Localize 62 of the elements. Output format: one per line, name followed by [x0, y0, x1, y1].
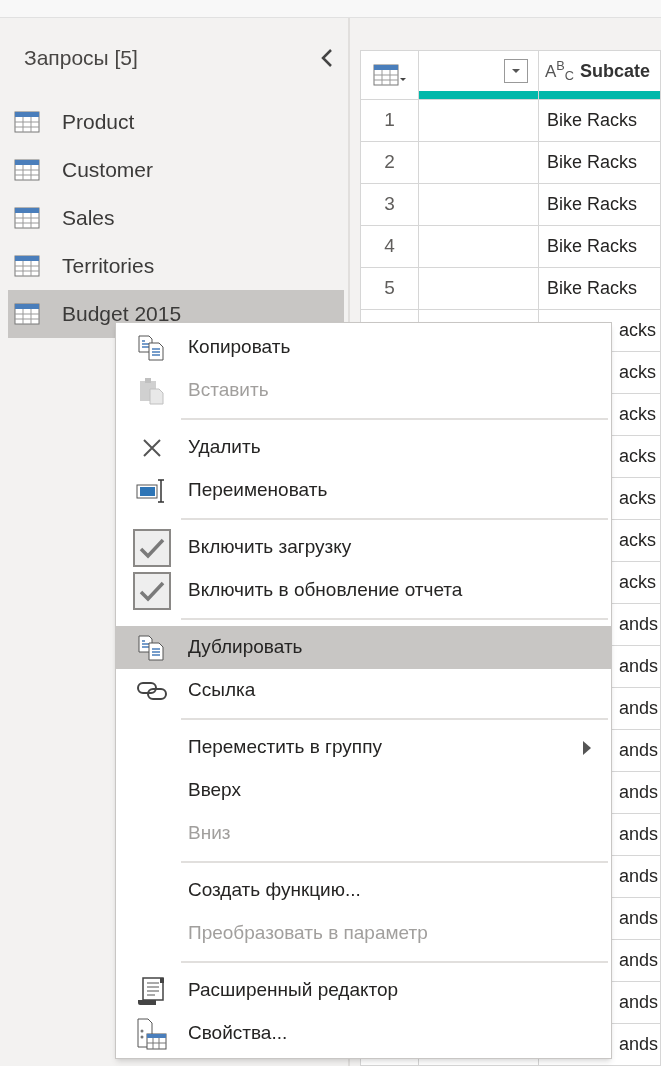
menu-item[interactable]: Удалить — [116, 426, 611, 469]
table-cell-text: ands — [619, 613, 659, 636]
table-cell-text: Bike Racks — [547, 277, 638, 300]
paste-icon — [137, 375, 167, 406]
query-item[interactable]: Territories — [8, 242, 344, 290]
collapse-chevron-icon[interactable] — [320, 48, 334, 68]
table-menu-icon[interactable] — [372, 64, 407, 86]
menu-item[interactable]: Вверх — [116, 769, 611, 812]
menu-item[interactable]: Включить загрузку — [116, 526, 611, 569]
properties-icon — [136, 1016, 168, 1051]
table-cell-text: ands — [619, 1033, 659, 1056]
table-icon — [14, 255, 40, 277]
table-icon — [14, 111, 40, 133]
table-cell-text: acks — [619, 529, 656, 552]
menu-item[interactable]: Свойства... — [116, 1012, 611, 1055]
table-icon — [14, 303, 40, 325]
table-cell-text: ands — [619, 907, 659, 930]
table-icon — [14, 207, 40, 229]
row-number: 4 — [384, 234, 395, 259]
table-cell-text: ands — [619, 697, 659, 720]
query-item[interactable]: Product — [8, 98, 344, 146]
checkmark-icon — [139, 536, 165, 559]
query-item[interactable]: Customer — [8, 146, 344, 194]
menu-item[interactable]: Ссылка — [116, 669, 611, 712]
menu-item[interactable]: Создать функцию... — [116, 869, 611, 912]
copy-icon — [137, 333, 167, 362]
table-cell-text: ands — [619, 823, 659, 846]
duplicate-icon — [137, 633, 167, 662]
row-number: 3 — [384, 192, 395, 217]
table-cell-text: acks — [619, 403, 656, 426]
table-cell-text: acks — [619, 487, 656, 510]
table-cell-text: acks — [619, 445, 656, 468]
table-cell-text: acks — [619, 571, 656, 594]
filter-dropdown-icon[interactable] — [504, 59, 528, 83]
table-cell-text: ands — [619, 739, 659, 762]
query-item[interactable]: Sales — [8, 194, 344, 242]
table-cell-text: Bike Racks — [547, 193, 638, 216]
table-cell-text: ands — [619, 949, 659, 972]
table-cell-text: Bike Racks — [547, 151, 638, 174]
column-header[interactable]: Subcate — [580, 57, 651, 85]
menu-item[interactable]: Дублировать — [116, 626, 611, 669]
menu-item[interactable]: Включить в обновление отчета — [116, 569, 611, 612]
table-cell-text: ands — [619, 655, 659, 678]
panel-title: Запросы [5] — [24, 45, 138, 72]
table-cell-text: acks — [619, 361, 656, 384]
table-cell-text: Bike Racks — [547, 109, 638, 132]
checkbox[interactable] — [133, 571, 171, 610]
checkmark-icon — [139, 579, 165, 602]
menu-item[interactable]: Переместить в группу — [116, 726, 611, 769]
submenu-arrow-icon — [583, 740, 591, 755]
checkbox[interactable] — [133, 528, 171, 567]
table-icon — [14, 159, 40, 181]
table-cell-text: ands — [619, 865, 659, 888]
row-number: 2 — [384, 150, 395, 175]
row-number: 5 — [384, 276, 395, 301]
table-cell-text: acks — [619, 319, 656, 342]
row-number: 1 — [384, 108, 395, 133]
menu-item[interactable]: Переименовать — [116, 469, 611, 512]
menu-item[interactable]: Расширенный редактор — [116, 969, 611, 1012]
table-cell-text: ands — [619, 991, 659, 1014]
table-cell-text: Bike Racks — [547, 235, 638, 258]
table-cell-text: ands — [619, 781, 659, 804]
